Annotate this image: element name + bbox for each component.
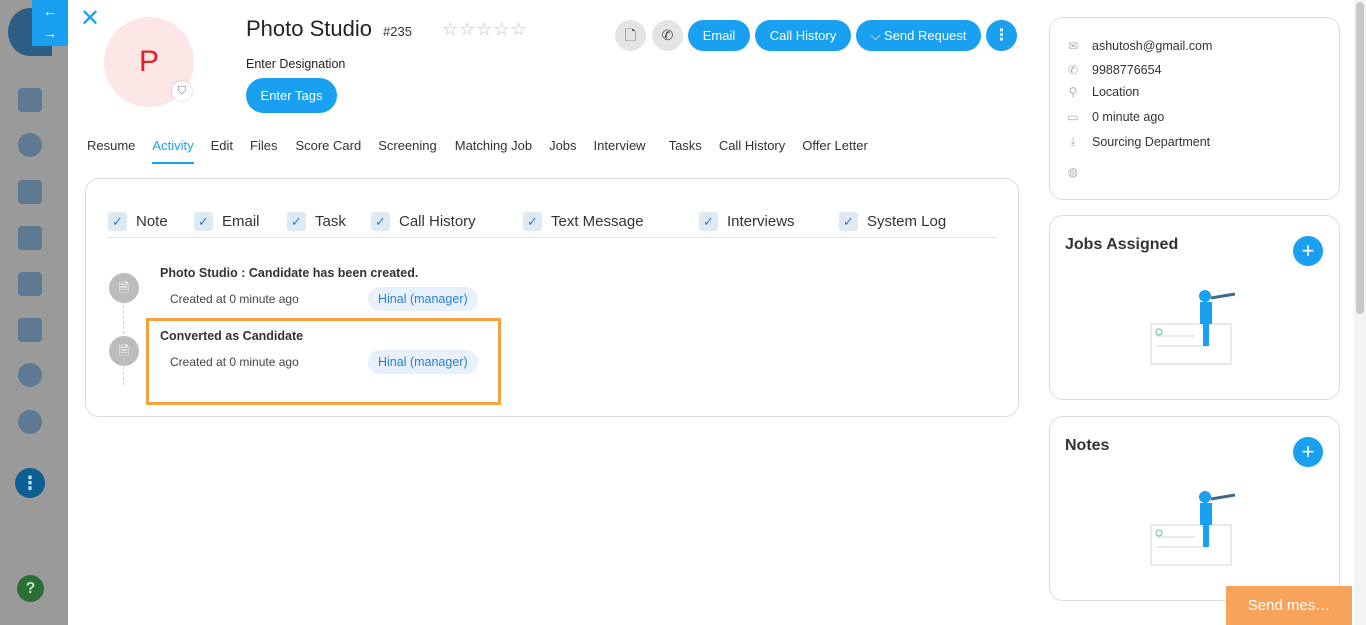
checkbox-checked-icon[interactable]: ✓ xyxy=(839,212,858,231)
filter-label: Note xyxy=(136,213,168,230)
tab-call-history[interactable]: Call History xyxy=(719,138,785,164)
tab-activity[interactable]: Activity xyxy=(152,138,194,164)
jobs-assigned-title: Jobs Assigned xyxy=(1065,236,1179,253)
document-icon[interactable]: 🗋 xyxy=(615,20,646,51)
filter-note[interactable]: ✓ Note xyxy=(108,212,168,231)
send-request-button[interactable]: ⌵ Send Request xyxy=(856,20,981,51)
calendar-icon: ▭ xyxy=(1067,110,1079,124)
tab-matching-job[interactable]: Matching Job xyxy=(455,138,532,164)
pie-chart-icon xyxy=(18,363,42,387)
designation-field[interactable]: Enter Designation xyxy=(246,57,345,71)
tab-resume[interactable]: Resume xyxy=(87,138,135,164)
candidate-id: #235 xyxy=(383,24,412,39)
background-sidebar: ⋮ ? xyxy=(0,0,68,625)
settings-icon xyxy=(18,410,42,434)
record-navigation: ← → xyxy=(32,0,68,46)
more-menu-icon: ⋮ xyxy=(15,468,45,498)
event-timestamp: Created at 0 minute ago xyxy=(170,292,299,306)
tab-jobs[interactable]: Jobs xyxy=(549,138,576,164)
scrollbar[interactable] xyxy=(1354,0,1366,625)
close-icon[interactable]: ✕ xyxy=(80,7,102,31)
previous-record-icon[interactable]: ← xyxy=(32,0,68,22)
filter-label: Interviews xyxy=(727,213,795,230)
location-value: Location xyxy=(1092,85,1140,99)
filter-email[interactable]: ✓ Email xyxy=(194,212,260,231)
activity-filters: ✓ Note ✓ Email ✓ Task ✓ Call History ✓ Text M… xyxy=(108,212,996,238)
notes-card: Notes + xyxy=(1049,416,1340,601)
mail-icon: ✉ xyxy=(1067,39,1079,53)
next-record-icon[interactable]: → xyxy=(32,22,68,44)
filter-label: System Log xyxy=(867,213,947,230)
document-icon: 🗎 xyxy=(109,336,139,366)
activity-timeline-card: ✓ Note ✓ Email ✓ Task ✓ Call History ✓ Text M… xyxy=(85,178,1019,417)
globe-icon[interactable]: ◍ xyxy=(1066,165,1080,179)
checkbox-checked-icon[interactable]: ✓ xyxy=(523,212,542,231)
department-value: Sourcing Department xyxy=(1092,134,1211,149)
notes-title: Notes xyxy=(1065,437,1110,454)
event-title: Photo Studio : Candidate has been create… xyxy=(160,266,419,280)
document-icon: 🗎 xyxy=(109,273,139,303)
help-icon: ? xyxy=(17,575,44,602)
tab-interview[interactable]: Interview xyxy=(594,138,646,164)
jobs-assigned-card: Jobs Assigned + xyxy=(1049,215,1340,400)
user-icon xyxy=(18,133,42,157)
tab-offer-letter[interactable]: Offer Letter xyxy=(802,138,868,164)
location-pin-icon: ⚲ xyxy=(1068,85,1078,99)
person-icon xyxy=(18,272,42,296)
call-history-button[interactable]: Call History xyxy=(755,20,851,51)
filter-label: Call History xyxy=(399,213,476,230)
add-note-button[interactable]: + xyxy=(1293,437,1323,467)
filter-system-log[interactable]: ✓ System Log xyxy=(839,212,946,231)
contact-info-card: ✉ ashutosh@gmail.com ✆ 9988776654 ⚲ Locatio… xyxy=(1049,17,1340,200)
candidate-detail-panel: ✕ P ⛉ Photo Studio #235 ☆☆☆☆☆ Enter Desi… xyxy=(68,0,1366,625)
location-row: ⚲ Location xyxy=(1066,85,1140,99)
empty-state-illustration xyxy=(1150,491,1236,566)
email-value[interactable]: ashutosh@gmail.com xyxy=(1092,39,1212,53)
phone-value[interactable]: 9988776654 xyxy=(1092,63,1162,77)
download-icon: ⤓ xyxy=(1070,134,1076,148)
phone-row: ✆ 9988776654 xyxy=(1066,63,1162,77)
scrollbar-thumb[interactable] xyxy=(1356,2,1364,314)
checkbox-checked-icon[interactable]: ✓ xyxy=(371,212,390,231)
phone-icon[interactable]: ✆ xyxy=(652,20,683,51)
highlight-box xyxy=(146,318,501,405)
briefcase-icon xyxy=(18,226,42,250)
add-job-button[interactable]: + xyxy=(1293,236,1323,266)
send-message-button[interactable]: Send mes… xyxy=(1226,586,1352,625)
filter-call-history[interactable]: ✓ Call History xyxy=(371,212,476,231)
filter-label: Text Message xyxy=(551,213,644,230)
tab-tasks[interactable]: Tasks xyxy=(669,138,702,164)
email-row: ✉ ashutosh@gmail.com xyxy=(1066,39,1212,53)
website-row: ◍ xyxy=(1066,165,1092,179)
email-button[interactable]: Email xyxy=(688,20,750,51)
tab-score-card[interactable]: Score Card xyxy=(295,138,361,164)
profile-tabs: Resume Activity Edit Files Score Card Sc… xyxy=(87,138,868,164)
tab-edit[interactable]: Edit xyxy=(211,138,233,164)
star-rating[interactable]: ☆☆☆☆☆ xyxy=(442,19,528,40)
filter-label: Email xyxy=(222,213,260,230)
checkbox-checked-icon[interactable]: ✓ xyxy=(699,212,718,231)
filter-text-message[interactable]: ✓ Text Message xyxy=(523,212,644,231)
time-row: ▭ 0 minute ago xyxy=(1066,110,1164,124)
candidate-name: Photo Studio xyxy=(246,16,372,41)
time-value: 0 minute ago xyxy=(1092,110,1165,124)
checkbox-checked-icon[interactable]: ✓ xyxy=(108,212,127,231)
filter-interviews[interactable]: ✓ Interviews xyxy=(699,212,795,231)
dashboard-icon xyxy=(18,88,42,112)
department-row: ⤓ Sourcing Department xyxy=(1066,134,1210,149)
rocket-icon xyxy=(18,318,42,342)
checkbox-checked-icon[interactable]: ✓ xyxy=(287,212,306,231)
shield-icon[interactable]: ⛉ xyxy=(172,81,192,101)
tab-files[interactable]: Files xyxy=(250,138,277,164)
filter-task[interactable]: ✓ Task xyxy=(287,212,346,231)
empty-state-illustration xyxy=(1150,290,1236,365)
more-actions-icon[interactable]: ⋮ xyxy=(986,20,1017,51)
phone-icon: ✆ xyxy=(1067,63,1079,77)
event-author-badge[interactable]: Hinal (manager) xyxy=(368,287,478,311)
tab-screening[interactable]: Screening xyxy=(378,138,437,164)
filter-label: Task xyxy=(315,213,346,230)
checkbox-checked-icon[interactable]: ✓ xyxy=(194,212,213,231)
enter-tags-button[interactable]: Enter Tags xyxy=(246,78,337,113)
layers-icon xyxy=(18,180,42,204)
